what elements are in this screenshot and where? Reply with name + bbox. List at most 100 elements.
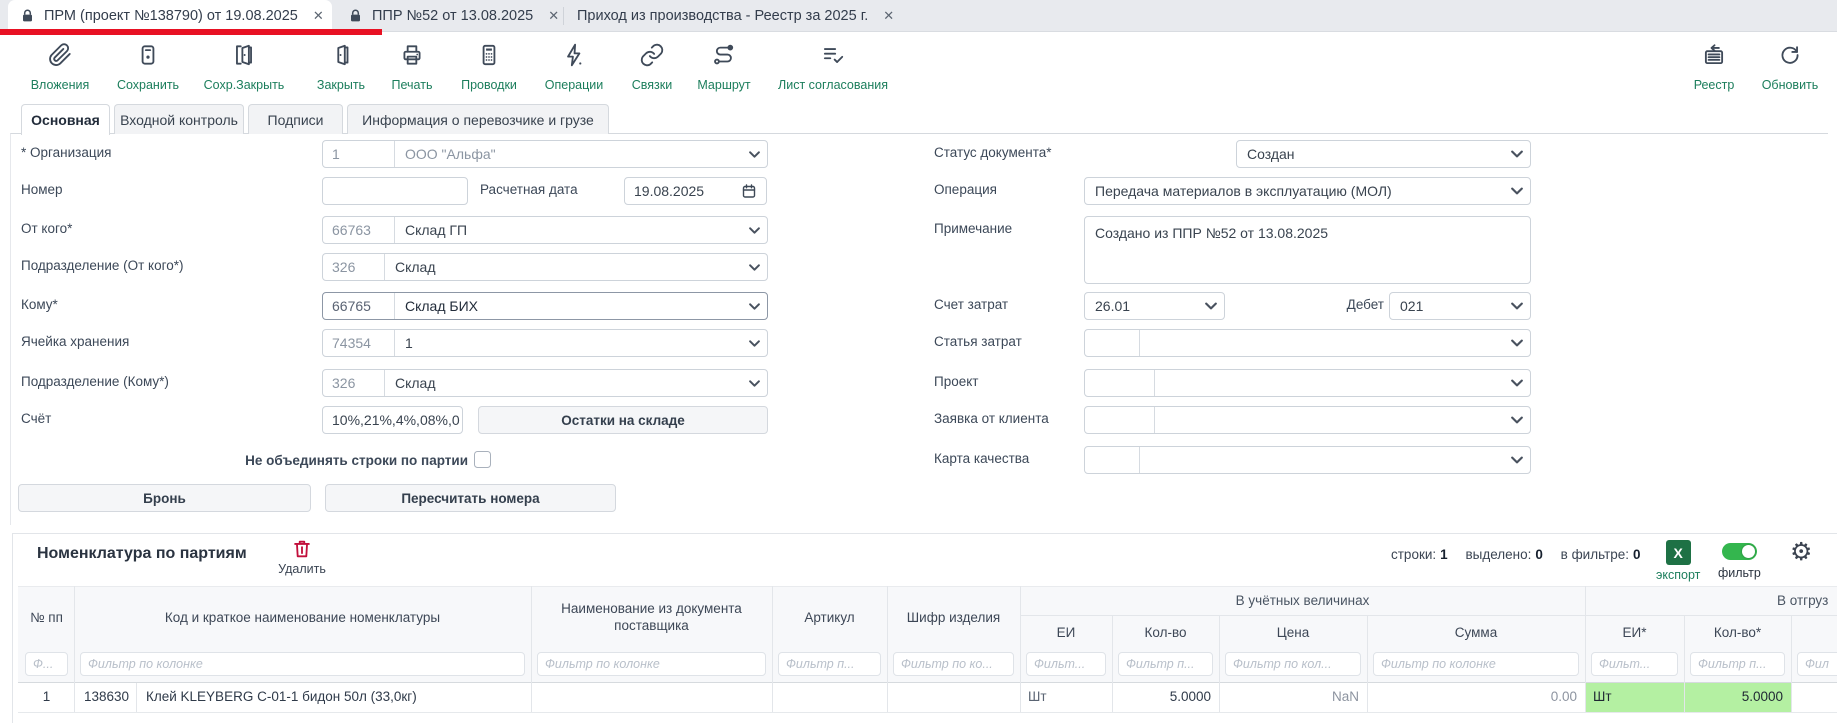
close-icon[interactable]: ✕ [548, 8, 559, 24]
toolbar-refresh-button[interactable]: Обновить [1730, 42, 1837, 92]
reserve-button[interactable]: Бронь [18, 484, 311, 512]
client-request-combo[interactable] [1084, 406, 1531, 434]
export-label: экспорт [1656, 568, 1700, 582]
operation-value: Передача материалов в эксплуатацию (МОЛ) [1085, 178, 1504, 204]
calc-date-input[interactable]: 19.08.2025 [624, 177, 767, 205]
window-tab-prm[interactable]: ПРМ (проект №138790) от 19.08.2025 ✕ [8, 0, 332, 31]
printer-icon [399, 42, 425, 73]
group-divider [1020, 615, 1837, 616]
chevron-down-icon [741, 217, 767, 243]
row-sum: 0.00 [1367, 682, 1577, 712]
stock-remainder-button[interactable]: Остатки на складе [478, 406, 768, 434]
chevron-down-icon [741, 293, 767, 319]
row-qty-ship: 5.0000 [1684, 682, 1783, 712]
filter-sum-input[interactable] [1373, 652, 1579, 676]
organization-combo[interactable]: 1 ООО "Альфа" [322, 140, 768, 168]
selected-count-label: выделено: [1465, 547, 1531, 562]
cost-item-combo[interactable] [1084, 329, 1531, 357]
window-tab-ppr[interactable]: ППР №52 от 13.08.2025 ✕ [336, 0, 561, 31]
filter-supplier-name-input[interactable] [537, 652, 766, 676]
col-unit-ship[interactable]: ЕИ* [1585, 625, 1684, 642]
filter-article-input[interactable] [778, 652, 881, 676]
number-input[interactable] [322, 177, 468, 205]
toolbar-approval-sheet-button[interactable]: Лист согласования [773, 42, 893, 92]
toolbar-label: Обновить [1762, 78, 1819, 92]
delete-row-button[interactable]: Удалить [266, 538, 338, 576]
col-price[interactable]: Цена [1219, 625, 1367, 642]
col-border [1367, 615, 1368, 712]
tab-label: Информация о перевозчике и грузе [362, 112, 594, 128]
subdivision-from-label: Подразделение (От кого*) [21, 258, 184, 273]
code-subcell-border [136, 683, 137, 712]
no-merge-checkbox-label: Не объединять строки по партии [180, 453, 468, 468]
filter-qty-ship-input[interactable] [1690, 652, 1785, 676]
tab-signatures[interactable]: Подписи [248, 104, 343, 134]
from-name: Склад ГП [395, 217, 741, 243]
tab-main[interactable]: Основная [21, 104, 110, 135]
filter-extra-input[interactable] [1797, 652, 1837, 676]
subdivision-to-combo[interactable]: 326 Склад [322, 369, 768, 397]
window-tab-registry[interactable]: Приход из производства - Реестр за 2025 … [565, 0, 937, 31]
tab-carrier-cargo-info[interactable]: Информация о перевозчике и грузе [347, 104, 609, 134]
col-border [1219, 615, 1220, 712]
operation-select[interactable]: Передача материалов в эксплуатацию (МОЛ) [1084, 177, 1531, 205]
recalculate-numbers-button[interactable]: Пересчитать номера [325, 484, 616, 512]
close-icon[interactable]: ✕ [313, 8, 324, 24]
col-unit[interactable]: ЕИ [1020, 625, 1112, 642]
chevron-down-icon [741, 141, 767, 167]
col-product-code[interactable]: Шифр изделия [887, 610, 1020, 627]
from-combo[interactable]: 66763 Склад ГП [322, 216, 768, 244]
chevron-down-icon [741, 370, 767, 396]
no-merge-checkbox[interactable] [474, 451, 491, 468]
filter-product-code-input[interactable] [893, 652, 1014, 676]
filter-toggle[interactable] [1722, 543, 1757, 560]
tab-input-control[interactable]: Входной контроль [114, 104, 244, 134]
cost-account-label: Счет затрат [934, 297, 1008, 312]
filter-num-input[interactable] [25, 652, 68, 676]
filter-code-name-input[interactable] [80, 652, 525, 676]
account-input[interactable]: 10%,21%,4%,08%,0 [322, 406, 463, 434]
col-border [1112, 615, 1113, 712]
operation-label: Операция [934, 182, 997, 197]
col-border [887, 586, 888, 712]
nomenclature-grid-panel: Номенклатура по партиям Удалить строки:1… [12, 533, 1837, 723]
col-qty[interactable]: Кол-во [1112, 625, 1219, 642]
col-num[interactable]: № пп [19, 610, 74, 627]
filter-unit-ship-input[interactable] [1591, 652, 1678, 676]
annotation-underline [0, 29, 382, 35]
filter-unit-input[interactable] [1026, 652, 1106, 676]
from-code: 66763 [323, 217, 395, 243]
status-select[interactable]: Создан [1236, 140, 1531, 168]
filter-price-input[interactable] [1225, 652, 1361, 676]
toolbar-route-button[interactable]: Маршрут [664, 42, 784, 92]
account-value: 10%,21%,4%,08%,0 [332, 412, 460, 428]
group-shipping-units: В отгруз [1777, 593, 1828, 608]
note-textarea[interactable]: Создано из ППР №52 от 13.08.2025 [1084, 216, 1531, 284]
to-combo[interactable]: 66765 Склад БИХ [322, 292, 768, 320]
route-icon [711, 42, 737, 73]
col-qty-ship[interactable]: Кол-во* [1684, 625, 1791, 642]
filter-qty-input[interactable] [1118, 652, 1213, 676]
debit-select[interactable]: 021 [1389, 292, 1531, 320]
quality-card-code [1085, 447, 1140, 473]
quality-card-combo[interactable] [1084, 446, 1531, 474]
client-request-code [1085, 407, 1155, 433]
export-excel-button[interactable]: X экспорт [1656, 540, 1700, 582]
col-sum[interactable]: Сумма [1367, 625, 1585, 642]
col-supplier-name[interactable]: Наименование из документа поставщика [541, 601, 762, 635]
filter-toggle-control[interactable]: фильтр [1718, 543, 1761, 580]
row-price: NaN [1219, 682, 1359, 712]
col-code-name[interactable]: Код и краткое наименование номенклатуры [74, 610, 531, 627]
close-icon[interactable]: ✕ [883, 8, 894, 24]
close-door-icon [328, 42, 354, 73]
calendar-icon[interactable] [741, 183, 757, 199]
cost-account-select[interactable]: 26.01 [1084, 292, 1225, 320]
subdivision-from-combo[interactable]: 326 Склад [322, 253, 768, 281]
storage-cell-combo[interactable]: 74354 1 [322, 329, 768, 357]
project-combo[interactable] [1084, 369, 1531, 397]
col-article[interactable]: Артикул [772, 610, 887, 627]
grid-title: Номенклатура по партиям [37, 545, 247, 563]
window-tab-title: ПРМ (проект №138790) от 19.08.2025 [44, 8, 298, 24]
paperclip-icon [47, 42, 73, 73]
settings-gear-icon[interactable]: ⚙ [1790, 540, 1812, 565]
